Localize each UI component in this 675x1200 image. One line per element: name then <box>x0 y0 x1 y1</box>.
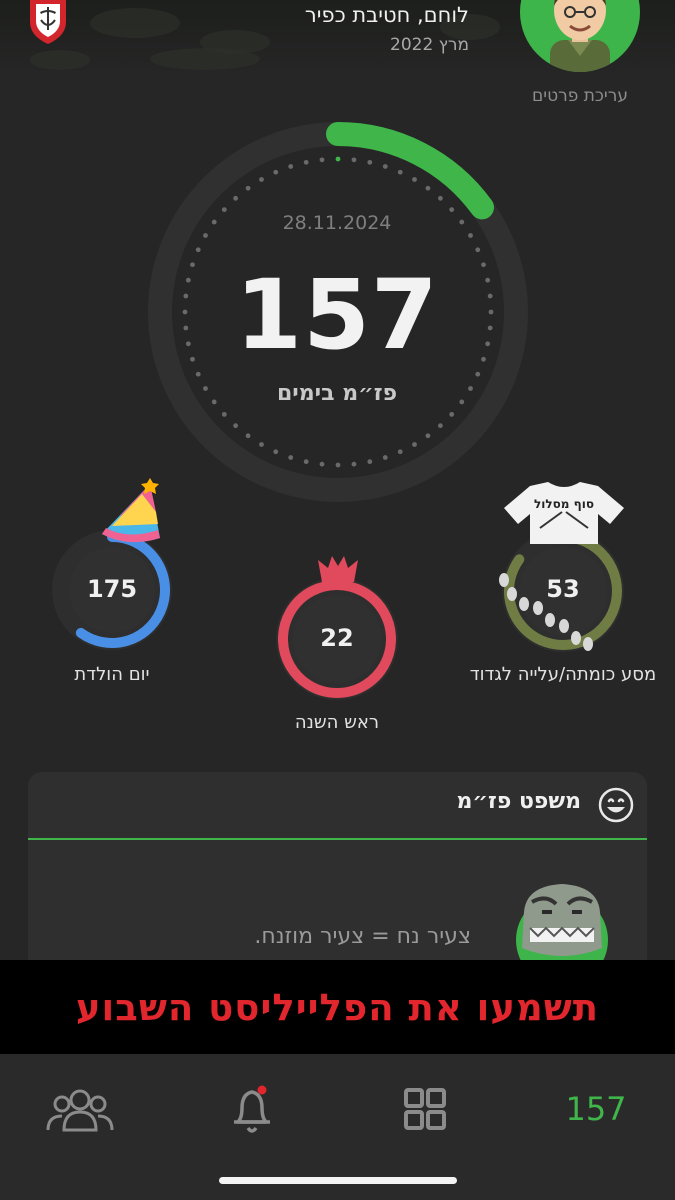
countdown-dot <box>195 371 201 377</box>
countdown-dot <box>468 386 473 391</box>
countdown-dot <box>288 164 294 169</box>
countdown-dot <box>412 177 417 182</box>
countdown-dot <box>487 293 493 299</box>
enlist-date: מרץ 2022 <box>390 35 469 55</box>
countdown-dot <box>367 159 373 165</box>
countdown-dot <box>475 247 481 253</box>
countdown-dot <box>449 207 455 213</box>
countdown-dot <box>382 164 388 169</box>
card-divider <box>28 838 647 840</box>
nav-counter-tab[interactable]: 157 <box>556 1082 636 1138</box>
countdown-dot <box>382 455 388 460</box>
rosh-hashana-days-number: 22 <box>320 624 354 652</box>
countdown-dot <box>233 423 239 429</box>
idf-emblem-icon <box>30 0 66 44</box>
countdown-dot <box>351 157 357 163</box>
home-indicator <box>219 1177 457 1184</box>
days-left-label: פז״מ בימים <box>276 381 398 406</box>
tshirt-icon: סוף מסלול <box>504 482 624 544</box>
users-icon[interactable] <box>40 1082 120 1138</box>
countdown-dot <box>319 461 325 467</box>
countdown-dot <box>367 459 373 465</box>
countdown-dot <box>475 371 481 377</box>
countdown-dot <box>425 433 431 439</box>
countdown-dot <box>203 386 208 391</box>
countdown-dot <box>221 207 227 213</box>
countdown-dot <box>351 461 357 467</box>
smile-icon <box>598 787 634 823</box>
countdown-dot <box>459 219 465 225</box>
countdown-dot <box>397 169 403 175</box>
countdown-dot <box>211 219 217 225</box>
grid-icon[interactable] <box>384 1082 464 1138</box>
countdown-dot <box>259 442 264 447</box>
countdown-dot <box>468 233 473 238</box>
countdown-dot <box>397 449 403 455</box>
countdown-dot <box>288 455 294 460</box>
beret-march-label: מסע כומתה/עלייה לגדוד <box>469 664 657 685</box>
rosh-hashana-label: ראש השנה <box>294 712 380 733</box>
countdown-dot <box>273 169 279 175</box>
user-title: לוחם, חטיבת כפיר <box>304 3 469 27</box>
countdown-dot <box>195 247 201 253</box>
tshirt-text: סוף מסלול <box>534 497 594 511</box>
countdown-dot <box>437 195 443 201</box>
edit-details-link[interactable]: עריכת פרטים <box>500 86 660 106</box>
quote-card-title: משפט פז״מ <box>456 789 582 814</box>
countdown-progress-arc <box>326 122 495 220</box>
countdown-dot <box>221 411 227 417</box>
party-hat-icon <box>102 478 160 543</box>
countdown-dot <box>233 195 239 201</box>
playlist-banner-text: תשמעו את הפלייליסט השבוע <box>75 986 600 1029</box>
countdown-dot <box>319 157 325 163</box>
playlist-banner[interactable]: תשמעו את הפלייליסט השבוע <box>0 960 675 1054</box>
soldier-avatar-icon[interactable] <box>520 0 640 72</box>
countdown-dot <box>245 433 251 439</box>
countdown-dot <box>259 177 264 182</box>
discharge-date: 28.11.2024 <box>282 212 392 234</box>
countdown-dot <box>203 233 208 238</box>
days-left-number: 157 <box>235 259 439 371</box>
pazam-quote-text: צעיר נח = צעיר מוזנח. <box>254 924 471 949</box>
countdown-dot <box>303 459 309 465</box>
pomegranate-icon <box>318 556 358 582</box>
nav-counter-value: 157 <box>565 1090 627 1128</box>
app-screen: לוחם, חטיבת כפיר מרץ 2022 עריכת פרטים 28… <box>0 0 675 1200</box>
birthday-days-number: 175 <box>86 575 138 603</box>
countdown-dot <box>245 185 251 191</box>
dinosaur-icon <box>516 884 608 972</box>
countdown-dot <box>273 449 279 455</box>
countdown-dot <box>412 442 417 447</box>
countdown-dot <box>303 159 309 165</box>
countdown-dot <box>488 309 494 315</box>
countdown-dot <box>449 411 455 417</box>
countdown-dot <box>425 185 431 191</box>
birthday-label: יום הולדת <box>74 664 150 685</box>
notification-dot <box>257 1085 267 1095</box>
countdown-dot <box>335 156 341 162</box>
countdown-dot <box>335 462 341 468</box>
countdown-dot <box>487 325 493 331</box>
bell-icon[interactable] <box>212 1082 292 1138</box>
countdown-dot <box>437 423 443 429</box>
beret-march-days-number: 53 <box>546 575 580 603</box>
